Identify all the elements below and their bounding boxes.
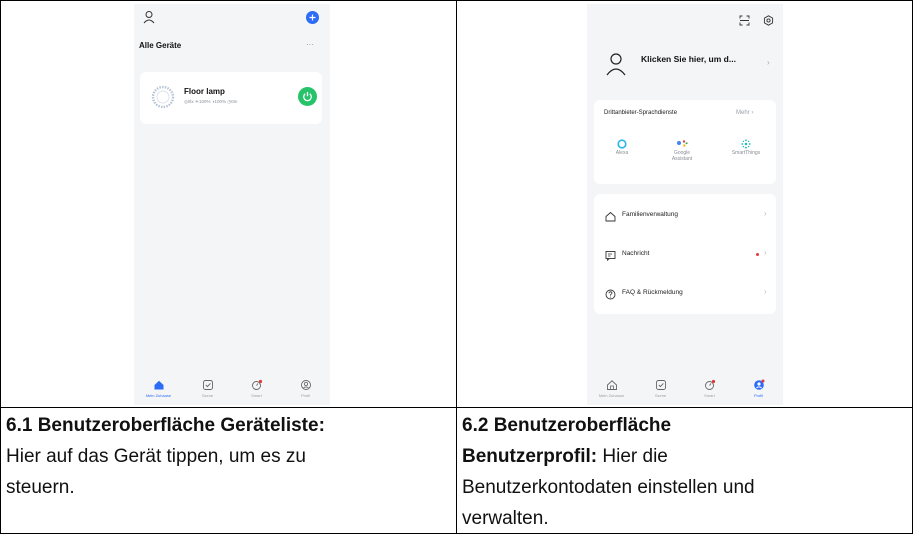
avatar-icon xyxy=(605,52,627,76)
scene-icon xyxy=(201,378,215,391)
scan-icon[interactable] xyxy=(739,13,750,26)
lamp-icon xyxy=(150,84,176,110)
caption-heading: 6.1 Benutzeroberfläche Geräteliste: xyxy=(6,415,325,436)
tab-home[interactable]: Mein Zuhause xyxy=(139,378,179,398)
tab-label: Mein Zuhause xyxy=(598,393,625,398)
plus-icon xyxy=(309,14,316,21)
profile-icon xyxy=(752,378,766,391)
message-icon xyxy=(605,248,616,262)
tab-smart[interactable]: Smart xyxy=(237,378,277,398)
page-title: Alle Geräte xyxy=(139,41,182,50)
google-assistant-icon xyxy=(676,136,688,147)
caption-text: steuern. xyxy=(6,477,75,498)
right-caption: 6.2 Benutzeroberfläche Benutzerprofil: H… xyxy=(462,410,908,534)
tab-label: Profil xyxy=(300,393,311,398)
table-column-divider xyxy=(456,0,457,534)
device-list-screen: Alle Geräte ··· Floor lamp ◎0lx ☀100% ◑1… xyxy=(134,4,330,405)
tab-label: Mein Zuhause xyxy=(145,393,172,398)
tab-label: Szene xyxy=(654,393,667,398)
bottom-tab-bar: Mein Zuhause Szene Smart Profil xyxy=(587,375,783,405)
tab-profile[interactable]: Profil xyxy=(286,378,326,398)
tab-smart[interactable]: Smart xyxy=(690,378,730,398)
chevron-right-icon: › xyxy=(764,287,767,296)
chevron-right-icon: › xyxy=(767,58,770,67)
login-prompt: Klicken Sie hier, um d... xyxy=(641,54,736,64)
device-card[interactable]: Floor lamp ◎0lx ☀100% ◑100% ◷0m xyxy=(140,72,322,124)
device-status: ◎0lx ☀100% ◑100% ◷0m xyxy=(184,99,238,104)
home-icon xyxy=(605,378,619,391)
tab-label: Szene xyxy=(201,393,214,398)
service-label: Alexa xyxy=(615,150,629,156)
google-assistant-service[interactable]: Google Assistant xyxy=(664,136,700,162)
voice-services-card: Drittanbieter-Sprachdienste Mehr › Alexa… xyxy=(594,100,776,184)
menu-card: Familienverwaltung › Nachricht › FAQ & R… xyxy=(594,194,776,314)
smart-icon xyxy=(250,378,264,391)
help-icon xyxy=(605,287,616,300)
login-row[interactable]: Klicken Sie hier, um d... › xyxy=(587,46,783,82)
alexa-icon xyxy=(617,136,627,149)
home-icon xyxy=(152,378,166,391)
more-label: Mehr xyxy=(736,110,750,116)
menu-item-label: Familienverwaltung xyxy=(622,211,678,218)
service-label: Google Assistant xyxy=(671,150,693,162)
add-device-button[interactable] xyxy=(306,11,319,24)
settings-icon[interactable] xyxy=(763,13,774,26)
service-label: SmartThings xyxy=(731,150,761,156)
power-icon xyxy=(303,92,312,102)
menu-item-family[interactable]: Familienverwaltung › xyxy=(594,200,776,228)
tab-scene[interactable]: Szene xyxy=(188,378,228,398)
voice-services-title: Drittanbieter-Sprachdienste xyxy=(604,110,678,116)
device-name: Floor lamp xyxy=(184,87,225,96)
smartthings-service[interactable]: SmartThings xyxy=(724,136,768,156)
tab-home[interactable]: Mein Zuhause xyxy=(592,378,632,398)
smart-icon xyxy=(703,378,717,391)
caption-text: verwalten. xyxy=(462,508,549,529)
scene-icon xyxy=(654,378,668,391)
tab-scene[interactable]: Szene xyxy=(641,378,681,398)
table-border-left xyxy=(0,0,1,534)
tab-label: Smart xyxy=(251,393,262,398)
chevron-right-icon: › xyxy=(751,110,754,116)
notification-dot xyxy=(756,253,759,256)
smartthings-icon xyxy=(741,136,751,149)
chevron-right-icon: › xyxy=(764,248,767,257)
caption-text: Benutzerkontodaten einstellen und xyxy=(462,477,755,498)
left-caption: 6.1 Benutzeroberfläche Geräteliste: Hier… xyxy=(6,410,452,503)
alexa-service[interactable]: Alexa xyxy=(604,136,640,156)
menu-item-messages[interactable]: Nachricht › xyxy=(594,239,776,267)
menu-item-faq[interactable]: FAQ & Rückmeldung › xyxy=(594,278,776,306)
more-options-button[interactable]: ··· xyxy=(306,40,314,49)
bottom-tab-bar: Mein Zuhause Szene Smart Profil xyxy=(134,375,330,405)
profile-icon xyxy=(299,378,313,391)
menu-item-label: FAQ & Rückmeldung xyxy=(622,289,683,296)
tab-label: Smart xyxy=(704,393,715,398)
menu-item-label: Nachricht xyxy=(622,250,650,257)
user-icon[interactable] xyxy=(142,10,156,24)
chevron-right-icon: › xyxy=(764,209,767,218)
document-table: Alle Geräte ··· Floor lamp ◎0lx ☀100% ◑1… xyxy=(0,0,913,534)
caption-heading-line2: Benutzerprofil: Hier die xyxy=(462,446,668,467)
tab-label: Profil xyxy=(753,393,764,398)
tab-profile[interactable]: Profil xyxy=(739,378,779,398)
power-button[interactable] xyxy=(298,87,317,106)
caption-heading: 6.2 Benutzeroberfläche xyxy=(462,415,672,436)
voice-services-more-link[interactable]: Mehr › xyxy=(736,110,753,116)
caption-text: Hier auf das Gerät tippen, um es zu xyxy=(6,446,306,467)
profile-screen: Klicken Sie hier, um d... › Drittanbiete… xyxy=(587,4,783,405)
home-icon xyxy=(605,209,616,222)
